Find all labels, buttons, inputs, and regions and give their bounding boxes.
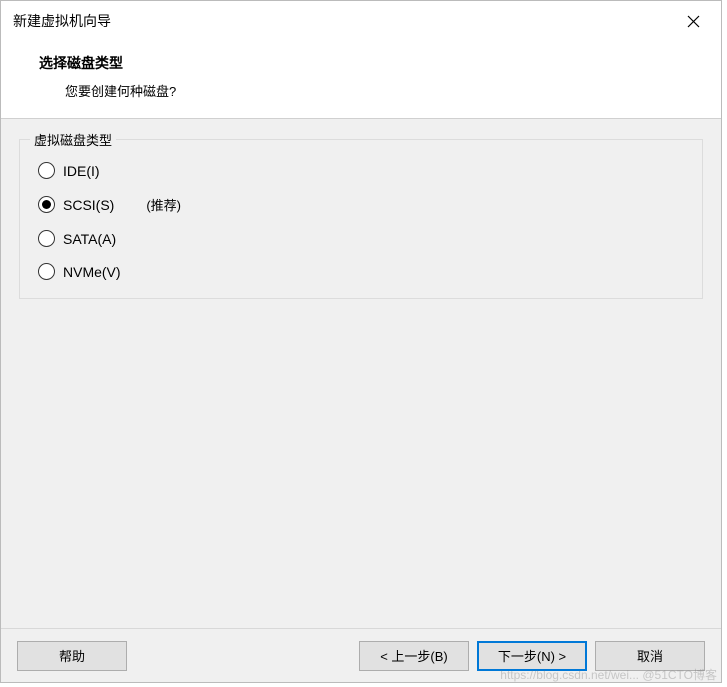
radio-option-sata[interactable]: SATA(A) bbox=[38, 230, 684, 247]
next-button[interactable]: 下一步(N) > bbox=[477, 641, 587, 671]
back-button[interactable]: < 上一步(B) bbox=[359, 641, 469, 671]
radio-label: IDE(I) bbox=[63, 163, 100, 179]
page-title: 选择磁盘类型 bbox=[39, 53, 705, 73]
radio-option-ide[interactable]: IDE(I) bbox=[38, 162, 684, 179]
radio-icon bbox=[38, 230, 55, 247]
radio-label: NVMe(V) bbox=[63, 264, 121, 280]
radio-option-scsi[interactable]: SCSI(S) (推荐) bbox=[38, 195, 684, 214]
window-title: 新建虚拟机向导 bbox=[13, 11, 111, 31]
radio-icon bbox=[38, 196, 55, 213]
radio-label: SCSI(S) bbox=[63, 197, 114, 213]
cancel-button[interactable]: 取消 bbox=[595, 641, 705, 671]
button-bar: 帮助 < 上一步(B) 下一步(N) > 取消 bbox=[1, 628, 721, 682]
wizard-dialog: 新建虚拟机向导 选择磁盘类型 您要创建何种磁盘? 虚拟磁盘类型 IDE(I) S… bbox=[0, 0, 722, 683]
radio-icon bbox=[38, 263, 55, 280]
radio-label: SATA(A) bbox=[63, 231, 116, 247]
radio-list: IDE(I) SCSI(S) (推荐) SATA(A) NVMe(V) bbox=[38, 162, 684, 280]
page-subtitle: 您要创建何种磁盘? bbox=[39, 81, 705, 100]
titlebar: 新建虚拟机向导 bbox=[1, 1, 721, 41]
radio-hint: (推荐) bbox=[146, 195, 181, 214]
help-button[interactable]: 帮助 bbox=[17, 641, 127, 671]
wizard-header: 选择磁盘类型 您要创建何种磁盘? bbox=[1, 41, 721, 118]
group-label: 虚拟磁盘类型 bbox=[30, 130, 116, 149]
radio-option-nvme[interactable]: NVMe(V) bbox=[38, 263, 684, 280]
close-icon bbox=[687, 15, 700, 28]
radio-icon bbox=[38, 162, 55, 179]
disk-type-group: 虚拟磁盘类型 IDE(I) SCSI(S) (推荐) SATA(A) bbox=[19, 139, 703, 299]
close-button[interactable] bbox=[677, 5, 709, 37]
content-area: 虚拟磁盘类型 IDE(I) SCSI(S) (推荐) SATA(A) bbox=[1, 119, 721, 628]
